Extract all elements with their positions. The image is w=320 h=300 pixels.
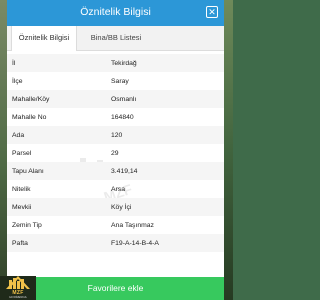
logo-buildings-icon — [6, 276, 30, 289]
row-key: Pafta — [12, 240, 28, 247]
add-favorites-button[interactable]: Favorilere ekle — [7, 277, 224, 300]
row-value: 29 — [111, 150, 119, 157]
row-key: Zemin Tip — [12, 222, 42, 229]
row-value: Saray — [111, 78, 129, 85]
row-key: Nitelik — [12, 186, 31, 193]
table-row: İl Tekirdağ — [7, 54, 224, 72]
row-key: Mevkii — [12, 204, 32, 211]
row-value: Tekirdağ — [111, 60, 137, 67]
panel-header: Öznitelik Bilgisi ✕ — [7, 0, 224, 26]
map-background-right — [224, 0, 233, 300]
row-key: İl — [12, 60, 16, 67]
attribute-panel: Öznitelik Bilgisi ✕ Öznitelik Bilgisi Bi… — [7, 0, 224, 300]
row-value: Ana Taşınmaz — [111, 222, 154, 229]
table-row: Zemin Tip Ana Taşınmaz — [7, 216, 224, 234]
table-row: Ada 120 — [7, 126, 224, 144]
tab-bar: Öznitelik Bilgisi Bina/BB Listesi — [7, 26, 224, 51]
table-row: Mahalle/Köy Osmanlı — [7, 90, 224, 108]
table-row: Tapu Alanı 3.419,14 — [7, 162, 224, 180]
row-key: Ada — [12, 132, 25, 139]
row-key: İlçe — [12, 78, 23, 85]
table-row: Mahalle No 164840 — [7, 108, 224, 126]
row-key: Mahalle/Köy — [12, 96, 50, 103]
row-value: 3.419,14 — [111, 168, 138, 175]
row-value: 120 — [111, 132, 123, 139]
row-value: Köy İçi — [111, 204, 132, 211]
company-logo: MZF GAYRİMENKUL — [0, 276, 36, 300]
close-icon[interactable]: ✕ — [206, 6, 218, 18]
tab-attribute-info[interactable]: Öznitelik Bilgisi — [11, 26, 77, 51]
tab-building-list[interactable]: Bina/BB Listesi — [81, 26, 151, 50]
row-key: Tapu Alanı — [12, 168, 44, 175]
table-row: İlçe Saray — [7, 72, 224, 90]
row-value: Osmanlı — [111, 96, 137, 103]
panel-title: Öznitelik Bilgisi — [80, 6, 151, 18]
row-value: F19-A-14-B-4-A — [111, 240, 159, 247]
row-key: Mahalle No — [12, 114, 47, 121]
table-row: Pafta F19-A-14-B-4-A — [7, 234, 224, 252]
logo-subtitle: GAYRİMENKUL — [8, 296, 27, 299]
table-row: Parsel 29 — [7, 144, 224, 162]
row-value: Arsa — [111, 186, 125, 193]
row-key: Parsel — [12, 150, 32, 157]
table-row: Nitelik Arsa — [7, 180, 224, 198]
map-background-left — [0, 0, 7, 300]
table-row: Mevkii Köy İçi — [7, 198, 224, 216]
row-value: 164840 — [111, 114, 134, 121]
